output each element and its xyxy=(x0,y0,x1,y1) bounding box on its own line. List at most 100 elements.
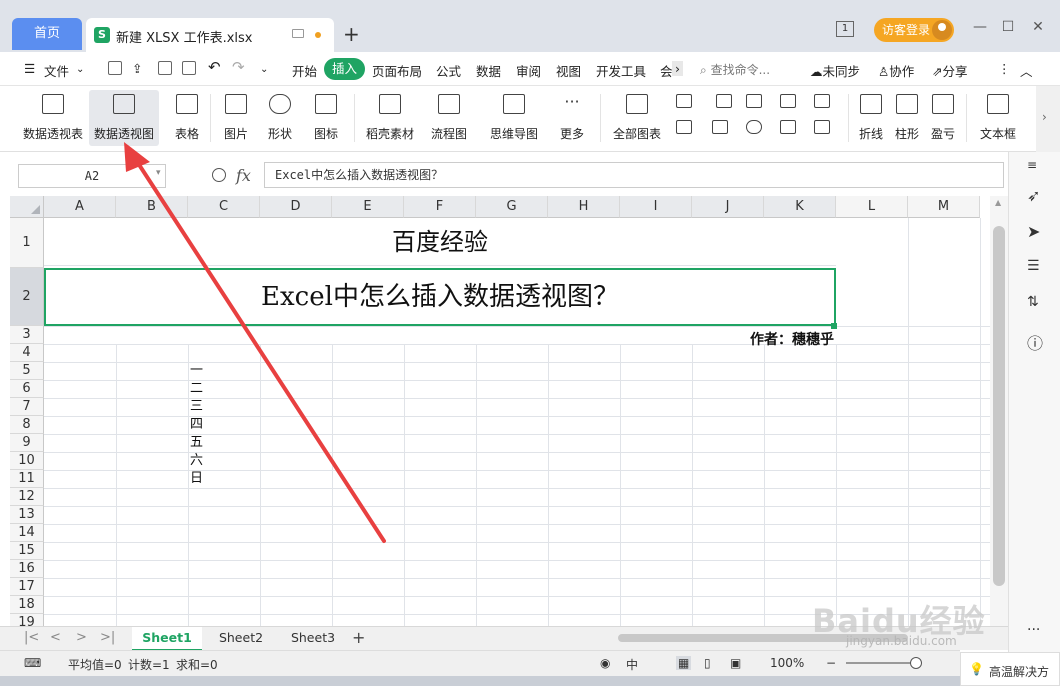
bar-chart-button[interactable] xyxy=(716,94,740,112)
menu-file[interactable]: 文件 xyxy=(44,61,69,80)
column-header-G[interactable]: G xyxy=(476,196,548,218)
column-header-H[interactable]: H xyxy=(548,196,620,218)
sliders-icon[interactable]: ☰ xyxy=(1027,258,1045,276)
login-button[interactable]: 访客登录 xyxy=(874,18,954,42)
stock-chart-button[interactable] xyxy=(814,94,838,112)
name-box[interactable]: A2 xyxy=(18,164,166,188)
minimize-button[interactable]: — xyxy=(970,19,990,35)
undo-icon[interactable]: ↶ xyxy=(208,58,221,76)
command-search[interactable]: ⌕ 查找命令... xyxy=(700,61,770,78)
input-method-icon[interactable]: 中 xyxy=(626,656,638,673)
pivot-chart-button[interactable]: 数据透视图 xyxy=(89,90,159,146)
textbox-button[interactable]: 文本框 xyxy=(972,90,1024,146)
column-header-D[interactable]: D xyxy=(260,196,332,218)
cursor-icon[interactable]: ➤ xyxy=(1027,222,1045,241)
select-all-corner[interactable] xyxy=(10,196,44,218)
preview-icon[interactable] xyxy=(182,61,196,75)
page-layout-view-icon[interactable]: ▯ xyxy=(704,656,711,670)
tab-document[interactable]: S 新建 XLSX 工作表.xlsx xyxy=(86,18,334,52)
next-sheet-icon[interactable]: > xyxy=(76,630,87,645)
more-dots-icon[interactable]: ··· xyxy=(1027,622,1045,640)
column-header-L[interactable]: L xyxy=(836,196,908,218)
column-header-B[interactable]: B xyxy=(116,196,188,218)
collapse-ribbon-icon[interactable]: ︿ xyxy=(1020,61,1033,80)
add-tab-button[interactable]: + xyxy=(343,22,360,46)
scroll-up-icon[interactable]: ▲ xyxy=(995,198,1001,207)
picture-button[interactable]: 图片 xyxy=(216,90,256,146)
cell-a2-selected[interactable]: Excel中怎么插入数据透视图？ xyxy=(44,268,836,326)
zoom-level[interactable]: 100% xyxy=(770,656,804,670)
collab-button[interactable]: ♙协作 xyxy=(878,61,914,80)
menu-insert[interactable]: 插入 xyxy=(324,58,366,80)
row-header-12[interactable]: 12 xyxy=(10,488,44,506)
eye-icon[interactable]: ◉ xyxy=(600,656,610,670)
row-header-13[interactable]: 13 xyxy=(10,506,44,524)
prev-sheet-icon[interactable]: < xyxy=(50,630,61,645)
row-header-14[interactable]: 14 xyxy=(10,524,44,542)
row-header-1[interactable]: 1 xyxy=(10,218,44,268)
line-chart-button[interactable] xyxy=(746,94,770,112)
sparkline-winloss-button[interactable]: 盈亏 xyxy=(926,90,960,146)
zoom-slider[interactable] xyxy=(846,662,916,664)
customize-chevron-icon[interactable]: ⌄ xyxy=(260,64,268,75)
column-chart-button[interactable] xyxy=(676,94,700,112)
all-charts-button[interactable]: 全部图表 xyxy=(608,90,666,146)
add-sheet-button[interactable]: + xyxy=(352,628,365,647)
menu-review[interactable]: 审阅 xyxy=(516,61,541,80)
normal-view-icon[interactable]: ▦ xyxy=(676,656,692,670)
pie-chart-button[interactable] xyxy=(746,120,770,138)
row-header-16[interactable]: 16 xyxy=(10,560,44,578)
page-break-view-icon[interactable]: ▣ xyxy=(730,656,741,670)
panel-menu-icon[interactable]: ≡ xyxy=(1027,158,1045,176)
cell-weekday[interactable]: 六 xyxy=(190,452,203,470)
scatter-chart-button[interactable] xyxy=(780,120,804,138)
mindmap-button[interactable]: 思维导图 xyxy=(482,90,546,146)
row-header-18[interactable]: 18 xyxy=(10,596,44,614)
row-header-17[interactable]: 17 xyxy=(10,578,44,596)
rocket-icon[interactable]: ➶ xyxy=(1027,186,1045,205)
fx-icon[interactable]: fx xyxy=(236,166,251,185)
window-count-badge[interactable]: 1 xyxy=(836,21,854,37)
row-header-3[interactable]: 3 xyxy=(10,326,44,344)
menu-developer[interactable]: 开发工具 xyxy=(596,61,646,80)
tab-home[interactable]: 首页 xyxy=(12,18,82,50)
cell-weekday[interactable]: 五 xyxy=(190,434,203,452)
sparkline-line-button[interactable]: 折线 xyxy=(854,90,888,146)
last-sheet-icon[interactable]: >| xyxy=(100,630,115,645)
formula-input[interactable]: Excel中怎么插入数据透视图？ xyxy=(264,162,1004,188)
vertical-scrollbar[interactable]: ▲ xyxy=(990,196,1008,626)
vertical-scroll-thumb[interactable] xyxy=(993,226,1005,586)
transfer-icon[interactable]: ⇅ xyxy=(1027,294,1045,312)
column-header-J[interactable]: J xyxy=(692,196,764,218)
column-header-C[interactable]: C xyxy=(188,196,260,218)
menu-data[interactable]: 数据 xyxy=(476,61,501,80)
zoom-slider-knob[interactable] xyxy=(910,657,922,669)
sheet-tab-1[interactable]: Sheet1 xyxy=(132,627,202,651)
notification-popup[interactable]: 💡 高温解决方 xyxy=(960,652,1060,686)
monitor-icon[interactable] xyxy=(292,29,304,38)
macro-icon[interactable]: ⌨ xyxy=(24,656,41,670)
row-header-2[interactable]: 2 xyxy=(10,268,44,326)
column-header-K[interactable]: K xyxy=(764,196,836,218)
menu-start[interactable]: 开始 xyxy=(292,61,317,80)
other-chart-button[interactable] xyxy=(814,120,838,138)
flowchart-button[interactable]: 流程图 xyxy=(424,90,474,146)
radar-chart-button[interactable] xyxy=(780,94,804,112)
material-button[interactable]: 稻壳素材 xyxy=(362,90,418,146)
help-icon[interactable]: ⓘ xyxy=(1027,330,1045,353)
cell-weekday[interactable]: 日 xyxy=(190,470,203,488)
row-header-11[interactable]: 11 xyxy=(10,470,44,488)
spreadsheet-grid[interactable]: ABCDEFGHIJKLM 1 2 3 4 5 6 7 8 9 10 11 12 13 14 15 16 17 1… xyxy=(0,196,1008,626)
pivot-table-button[interactable]: 数据透视表 xyxy=(20,90,86,146)
cell-author[interactable]: 作者：穗穗乎 xyxy=(700,329,834,349)
area-chart-button[interactable] xyxy=(676,120,700,138)
row-header-4[interactable]: 4 xyxy=(10,344,44,362)
menu-member[interactable]: 会 xyxy=(660,61,673,80)
shape-button[interactable]: 形状 xyxy=(260,90,300,146)
row-header-15[interactable]: 15 xyxy=(10,542,44,560)
column-header-M[interactable]: M xyxy=(908,196,980,218)
column-header-E[interactable]: E xyxy=(332,196,404,218)
export-icon[interactable]: ⇪ xyxy=(132,61,142,76)
cell-weekday[interactable]: 四 xyxy=(190,416,203,434)
table-button[interactable]: 表格 xyxy=(170,90,204,146)
